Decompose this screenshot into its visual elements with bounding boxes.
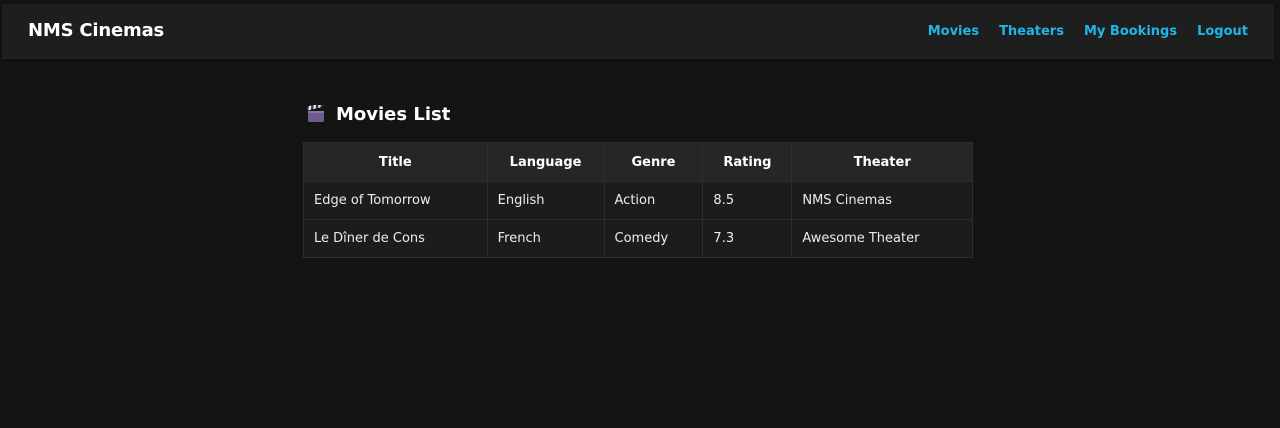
table-header-row: Title Language Genre Rating Theater <box>303 142 973 182</box>
nav-links: Movies Theaters My Bookings Logout <box>928 4 1248 58</box>
nav-link-theaters[interactable]: Theaters <box>999 24 1064 39</box>
nav-link-logout[interactable]: Logout <box>1197 24 1248 39</box>
column-header-rating: Rating <box>702 142 793 182</box>
column-header-genre: Genre <box>603 142 704 182</box>
cell-theater: NMS Cinemas <box>791 181 973 220</box>
cell-genre: Action <box>603 181 704 220</box>
nav-link-movies[interactable]: Movies <box>928 24 979 39</box>
table-row: Le Dîner de Cons French Comedy 7.3 Aweso… <box>303 219 973 258</box>
nav-link-my-bookings[interactable]: My Bookings <box>1084 24 1177 39</box>
main-content: Movies List Title Language Genre Rating … <box>303 96 973 258</box>
page-title: Movies List <box>336 103 451 125</box>
cell-genre: Comedy <box>603 219 704 258</box>
cell-title: Le Dîner de Cons <box>303 219 488 258</box>
brand-logo[interactable]: NMS Cinemas <box>28 4 164 58</box>
cell-rating: 7.3 <box>702 219 793 258</box>
table-row: Edge of Tomorrow English Action 8.5 NMS … <box>303 181 973 220</box>
cell-language: French <box>486 219 605 258</box>
column-header-title: Title <box>303 142 488 182</box>
clapperboard-icon <box>307 102 325 123</box>
cell-title: Edge of Tomorrow <box>303 181 488 220</box>
column-header-theater: Theater <box>791 142 973 182</box>
movies-table: Title Language Genre Rating Theater Edge… <box>303 142 973 258</box>
cell-rating: 8.5 <box>702 181 793 220</box>
page-heading: Movies List <box>307 96 973 132</box>
navbar: NMS Cinemas Movies Theaters My Bookings … <box>2 4 1274 59</box>
column-header-language: Language <box>486 142 605 182</box>
cell-theater: Awesome Theater <box>791 219 973 258</box>
cell-language: English <box>486 181 605 220</box>
